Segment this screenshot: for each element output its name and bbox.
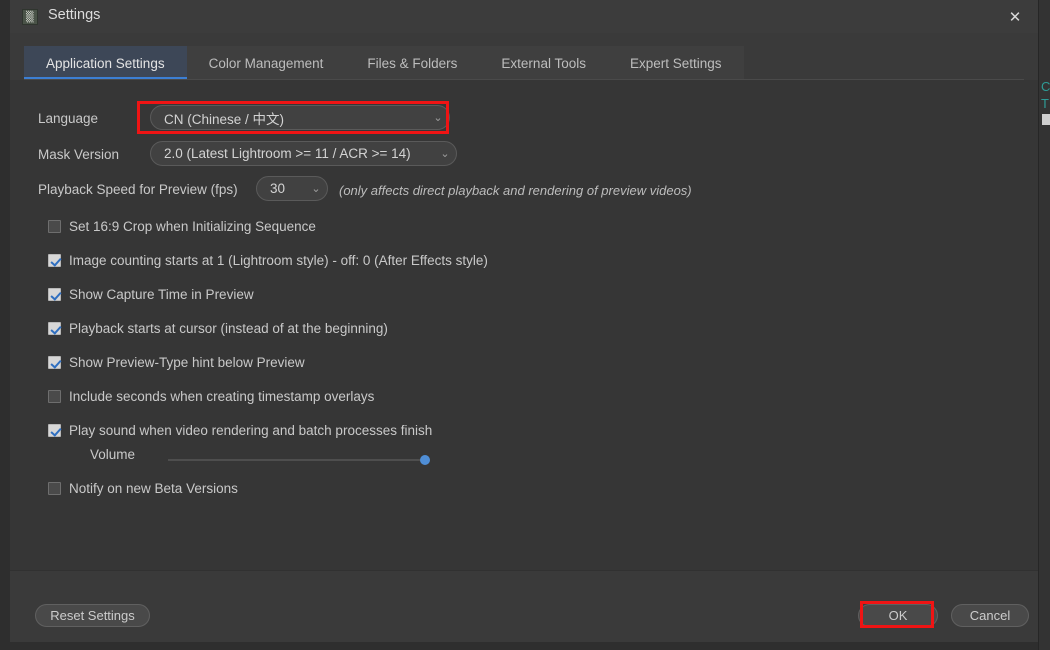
playback-speed-label: Playback Speed for Preview (fps) [38,182,238,197]
playback-speed-select[interactable]: 30 ⌄ [256,176,328,201]
cancel-button[interactable]: Cancel [951,604,1029,627]
tab-list: Application Settings Color Management Fi… [24,46,744,80]
checkbox-box [48,356,61,369]
checkbox-box [48,322,61,335]
checkbox-play-sound-on-finish[interactable]: Play sound when video rendering and batc… [48,423,432,438]
close-icon[interactable]: ✕ [992,0,1038,33]
volume-slider[interactable] [168,454,430,466]
chevron-down-icon: ⌄ [440,147,450,160]
checkbox-playback-starts-at-cursor[interactable]: Playback starts at cursor (instead of at… [48,321,388,336]
playback-speed-hint: (only affects direct playback and render… [339,183,692,198]
checkbox-box [48,482,61,495]
checkbox-label: Image counting starts at 1 (Lightroom st… [69,253,488,268]
checkbox-label: Include seconds when creating timestamp … [69,389,375,404]
checkbox-image-counting-starts-at-1[interactable]: Image counting starts at 1 (Lightroom st… [48,253,488,268]
title-bar: ▒ Settings ✕ [10,0,1038,34]
playback-speed-select-value: 30 [270,181,286,196]
checkbox-include-seconds-timestamp[interactable]: Include seconds when creating timestamp … [48,389,374,404]
checkbox-label: Show Preview-Type hint below Preview [69,355,305,370]
mask-version-select-value: 2.0 (Latest Lightroom >= 11 / ACR >= 14) [164,146,411,161]
tab-external-tools[interactable]: External Tools [479,46,608,80]
checkbox-box [48,390,61,403]
checkbox-show-capture-time[interactable]: Show Capture Time in Preview [48,287,254,302]
checkbox-label: Playback starts at cursor (instead of at… [69,321,388,336]
settings-dialog: ▒ Settings ✕ Application Settings Color … [10,0,1038,642]
volume-label: Volume [90,447,136,462]
language-label: Language [38,111,99,126]
chevron-down-icon: ⌄ [311,182,321,195]
tab-strip: Application Settings Color Management Fi… [10,33,1038,80]
volume-slider-track [168,459,430,461]
dialog-footer: Reset Settings OK Cancel [10,570,1038,642]
tab-label: Expert Settings [629,55,722,71]
checkbox-show-preview-type-hint[interactable]: Show Preview-Type hint below Preview [48,355,305,370]
tab-application-settings[interactable]: Application Settings [24,46,187,80]
checkbox-notify-new-beta-versions[interactable]: Notify on new Beta Versions [48,481,238,496]
app-icon-glyph: ▒ [26,12,34,23]
checkbox-box [48,288,61,301]
reset-settings-button[interactable]: Reset Settings [35,604,150,627]
checkbox-box [48,220,61,233]
checkbox-box [48,424,61,437]
ok-button[interactable]: OK [858,604,938,627]
window-title: Settings [48,7,101,23]
background-window-chip [1042,114,1050,125]
tab-color-management[interactable]: Color Management [186,46,346,80]
settings-body: Language CN (Chinese / 中文) ⌄ Mask Versio… [10,80,1038,570]
language-select[interactable]: CN (Chinese / 中文) ⌄ [150,105,450,130]
background-window[interactable]: C T [1038,0,1050,650]
mask-version-label: Mask Version [38,147,120,162]
checkbox-box [48,254,61,267]
checkbox-label: Play sound when video rendering and batc… [69,423,433,438]
checkbox-label: Show Capture Time in Preview [69,287,254,302]
tab-label: Application Settings [46,55,165,71]
tab-label: External Tools [501,55,586,71]
tab-files-and-folders[interactable]: Files & Folders [345,46,480,80]
checkbox-label: Notify on new Beta Versions [69,481,238,496]
tab-expert-settings[interactable]: Expert Settings [607,46,744,80]
screen: C T ▒ Settings ✕ Application Settings Co… [0,0,1050,650]
checkbox-label: Set 16:9 Crop when Initializing Sequence [69,219,316,234]
mask-version-select[interactable]: 2.0 (Latest Lightroom >= 11 / ACR >= 14)… [150,141,457,166]
background-window-text: C T [1041,79,1050,111]
volume-slider-handle[interactable] [420,455,430,465]
chevron-down-icon: ⌄ [433,111,443,124]
app-icon: ▒ [22,9,38,25]
tab-label: Color Management [208,55,324,71]
checkbox-set-16-9-crop[interactable]: Set 16:9 Crop when Initializing Sequence [48,219,316,234]
tab-label: Files & Folders [367,55,458,71]
language-select-value: CN (Chinese / 中文) [164,111,285,127]
